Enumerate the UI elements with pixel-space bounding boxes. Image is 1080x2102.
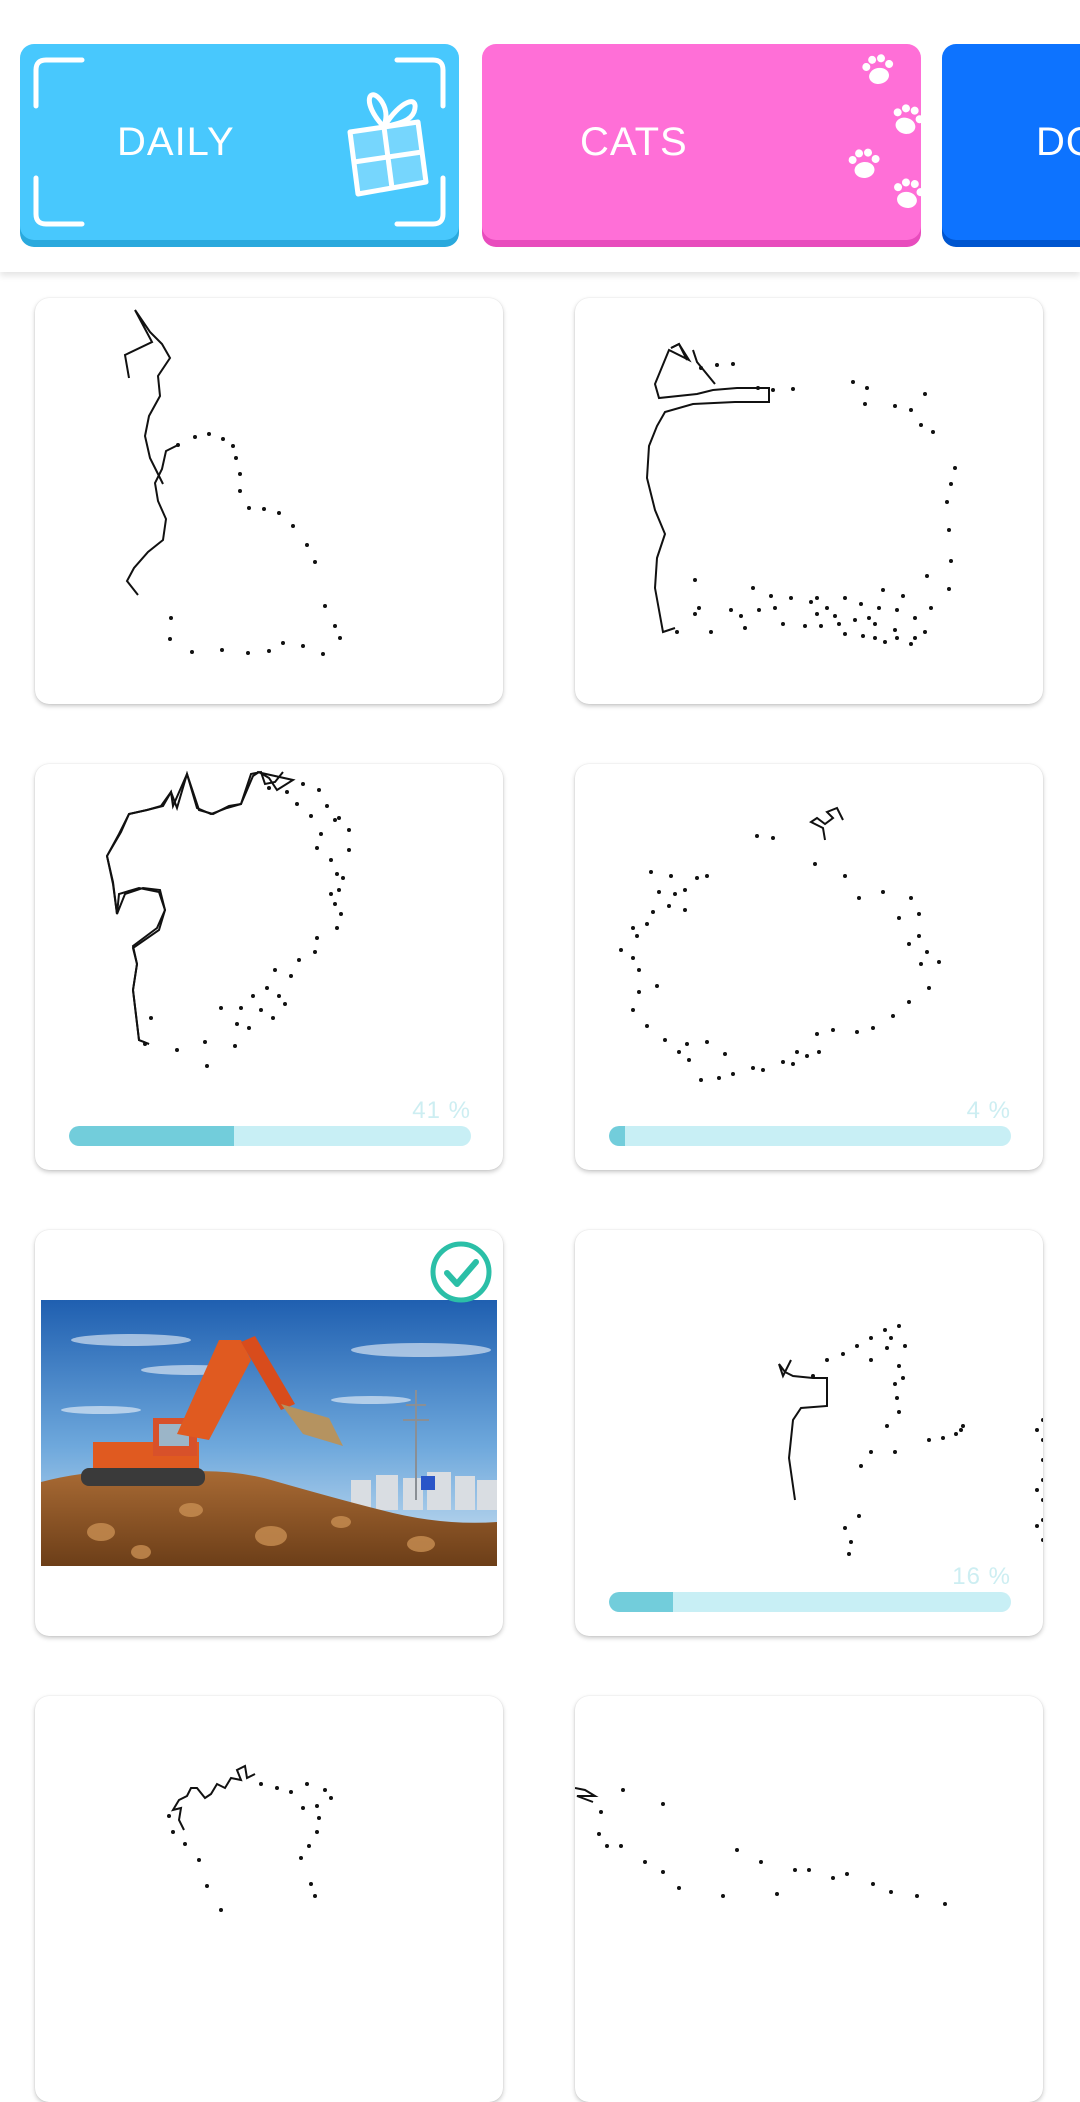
bird-dot-drawing (575, 1787, 947, 1906)
category-dogs-label: DOGS (1036, 120, 1080, 164)
paw-icon (848, 54, 921, 208)
progress-fill (609, 1592, 674, 1612)
category-daily-label: DAILY (117, 120, 235, 164)
puzzle-card-apple-outline[interactable]: 4 % (575, 764, 1043, 1170)
category-cats-label: CATS (580, 120, 688, 164)
progress-track (609, 1126, 1011, 1146)
rabbit-dot-drawing (123, 309, 342, 656)
puzzle-card-excavator[interactable] (35, 1230, 503, 1636)
puzzle-card-flower[interactable] (35, 1696, 503, 2102)
checkmark-circle-icon (430, 1241, 492, 1303)
puzzle-card-apple[interactable] (575, 298, 1043, 704)
puzzle-card-animal[interactable]: 16 % (575, 1230, 1043, 1636)
category-cats-button[interactable]: CATS (482, 44, 921, 240)
category-dogs-button[interactable]: DOGS (942, 44, 1080, 240)
puzzle-card-rabbit[interactable] (35, 298, 503, 704)
progress-fill (609, 1126, 626, 1146)
progress-percent-label: 41 % (412, 1097, 471, 1124)
progress-track (609, 1592, 1011, 1612)
category-bar: DAILY CATS DOGS (0, 0, 1080, 272)
gift-icon (347, 92, 429, 197)
excavator-photo (41, 1300, 497, 1566)
category-daily-button[interactable]: DAILY (20, 44, 459, 240)
puzzle-card-dragon[interactable]: 41 % (35, 764, 503, 1170)
flower-dot-drawing (167, 1764, 333, 1912)
apple-dot-drawing (645, 342, 957, 646)
progress-percent-label: 16 % (952, 1563, 1011, 1590)
progress-percent-label: 4 % (966, 1097, 1011, 1124)
puzzle-card-bird[interactable] (575, 1696, 1043, 2102)
progress-track (69, 1126, 471, 1146)
progress-fill (69, 1126, 234, 1146)
